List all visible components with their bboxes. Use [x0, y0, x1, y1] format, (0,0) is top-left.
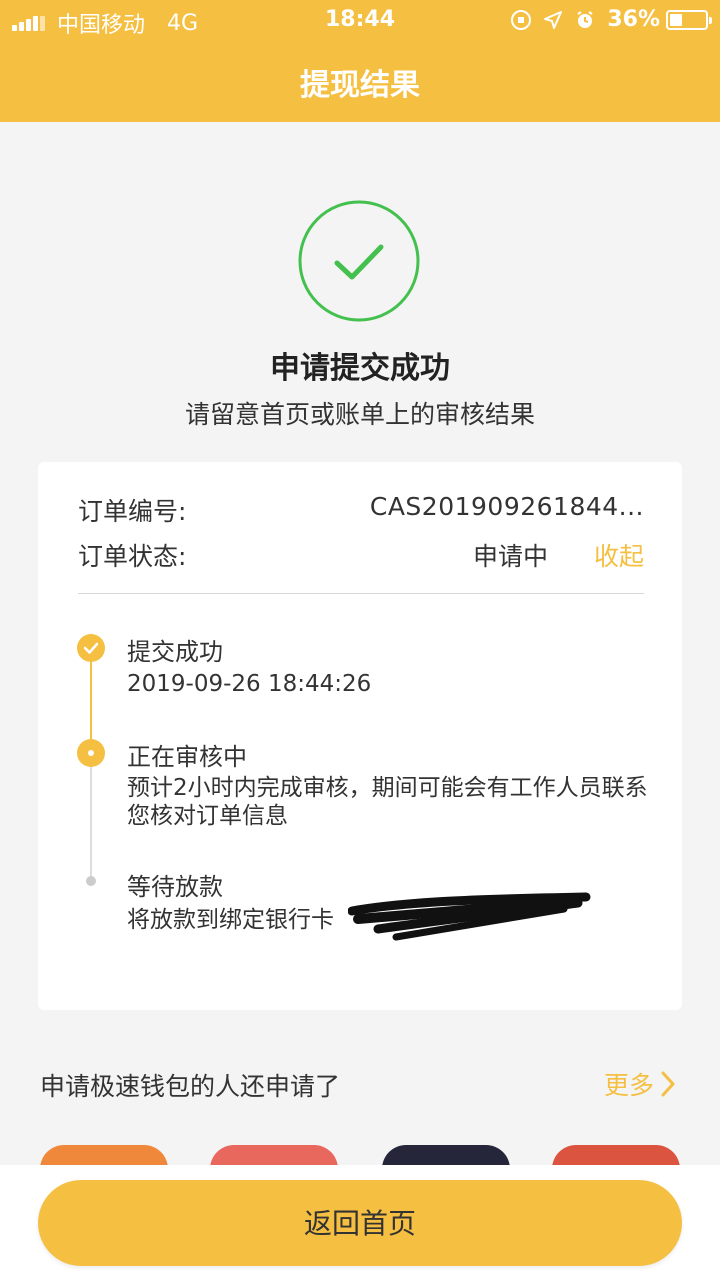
step-title: 等待放款 — [127, 873, 223, 901]
chevron-right-icon — [661, 1071, 675, 1097]
rotation-lock-icon — [511, 9, 532, 30]
timeline-pending-icon — [86, 876, 96, 886]
step-title: 正在审核中 — [127, 743, 247, 771]
check-circle-icon — [298, 200, 420, 322]
status-bar: 中国移动 4G 18:44 36% — [0, 0, 720, 40]
more-label: 更多 — [603, 1071, 654, 1100]
back-home-button[interactable]: 返回首页 — [38, 1180, 682, 1266]
step-detail: 预计2小时内完成审核，期间可能会有工作人员联系您核对订单信息 — [127, 775, 648, 829]
result-subtitle: 请留意首页或账单上的审核结果 — [184, 400, 535, 429]
battery-tip — [709, 16, 712, 24]
order-status-label: 订单状态: — [78, 542, 187, 571]
more-link[interactable]: 更多 — [604, 1066, 676, 1102]
redaction-scribble — [347, 887, 592, 947]
step-title: 提交成功 — [127, 638, 223, 666]
order-number-label: 订单编号: — [78, 497, 187, 526]
timeline-line-pending — [90, 764, 92, 882]
timeline-line-done — [90, 648, 92, 748]
result-title: 申请提交成功 — [270, 351, 450, 386]
alarm-icon — [575, 10, 595, 30]
collapse-button[interactable]: 收起 — [594, 537, 644, 573]
location-arrow-icon — [543, 10, 563, 30]
order-number-value: CAS201909261844... — [369, 492, 644, 521]
page-title: 提现结果 — [300, 68, 420, 103]
timeline-done-icon — [77, 634, 105, 662]
header-bar: 中国移动 4G 18:44 36% 提现结果 — [0, 0, 720, 122]
recommend-title: 申请极速钱包的人还申请了 — [40, 1072, 341, 1101]
status-right: 36% — [511, 7, 712, 32]
timeline-active-icon — [77, 739, 105, 767]
order-status-value: 申请中 — [472, 542, 548, 571]
battery-icon — [666, 9, 712, 30]
battery-fill — [670, 13, 683, 26]
step-detail: 2019-09-26 18:44:26 — [127, 671, 372, 697]
order-card: 订单编号: CAS201909261844... 订单状态: 申请中 收起 提交… — [38, 462, 682, 1010]
battery-percent: 36% — [607, 7, 660, 32]
divider — [78, 593, 644, 594]
